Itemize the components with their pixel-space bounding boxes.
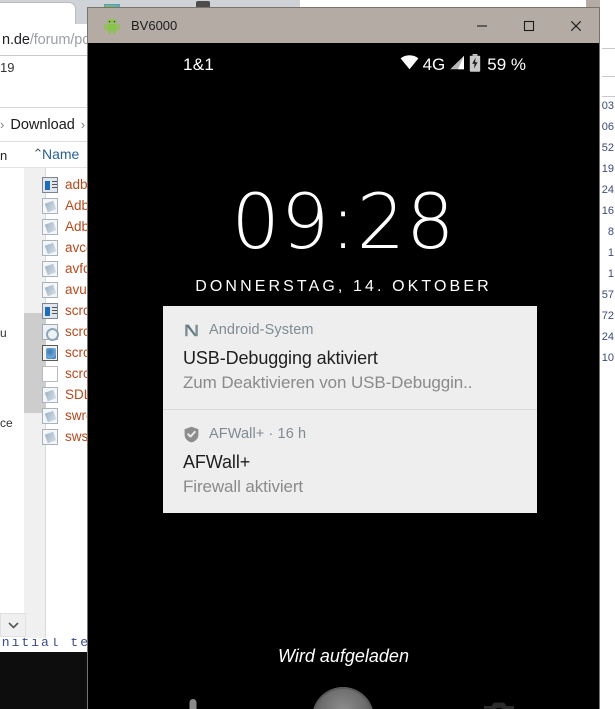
window-titlebar[interactable]: BV6000 xyxy=(88,8,599,43)
notification-app-name: Android-System xyxy=(209,322,314,338)
charging-status-label: Wird aufgeladen xyxy=(278,646,409,666)
voice-assist-button[interactable] xyxy=(171,691,215,709)
right-number: 19 xyxy=(601,163,614,175)
right-number: 72 xyxy=(601,310,614,322)
battery-percent-label: 59 % xyxy=(487,55,526,74)
breadcrumb-separator-right: › xyxy=(80,117,86,132)
notification-body: Firewall aktiviert xyxy=(183,477,304,496)
window-controls xyxy=(458,8,599,43)
file-icon-dll xyxy=(42,386,58,403)
lockscreen-shortcuts: Blackview xyxy=(88,683,599,709)
camera-icon xyxy=(484,702,514,709)
right-number: 06 xyxy=(601,121,614,133)
nav-item-fragment-2[interactable]: ce xyxy=(0,416,13,430)
window-title: BV6000 xyxy=(131,18,178,33)
right-number-column: 03 06 52 19 24 16 8 1 1 57 72 24 10 xyxy=(600,96,615,456)
notification-header: AFWall+ · 16 h xyxy=(183,424,517,444)
right-number: 52 xyxy=(601,142,614,154)
signal-bars-icon xyxy=(449,55,465,75)
right-number: 24 xyxy=(601,331,614,343)
phone-screen[interactable]: 1&1 4G 59 % 09:28 DONNERSTAG, 14. OKTOBE… xyxy=(88,43,599,709)
nav-pane-fragment: n xyxy=(0,148,8,163)
file-icon-dll xyxy=(42,218,58,235)
file-icon-exe xyxy=(42,302,58,319)
file-icon-gear xyxy=(42,323,59,341)
notification-title: AFWall+ xyxy=(183,452,251,472)
nav-item-fragment-1[interactable]: u xyxy=(0,326,7,340)
right-number: 16 xyxy=(601,205,614,217)
nougat-icon xyxy=(183,322,200,339)
file-icon-dll xyxy=(42,197,58,214)
file-icon-dll xyxy=(42,260,58,277)
right-number: 8 xyxy=(607,226,614,238)
minimize-icon xyxy=(476,24,487,27)
notification-app-name: AFWall+ · 16 h xyxy=(209,426,307,442)
file-icon-dll xyxy=(42,239,58,256)
status-icons: 4G 59 % xyxy=(400,53,526,77)
status-bar: 1&1 4G 59 % xyxy=(88,43,599,87)
screenshot-root: n.de/forum/pos 19 › Download › n ⌃ Name … xyxy=(0,0,615,709)
network-type-label: 4G xyxy=(422,55,446,74)
file-icon-dll xyxy=(42,428,58,445)
notification-header: Android-System xyxy=(183,320,517,340)
url-host: n.de xyxy=(2,31,30,48)
file-icon-dll xyxy=(42,281,58,298)
maximize-button[interactable] xyxy=(505,8,552,43)
android-robot-icon xyxy=(103,17,121,35)
lockscreen-date: DONNERSTAG, 14. OKTOBER xyxy=(195,278,492,295)
notification-body: Zum Deaktivieren von USB-Debuggin.. xyxy=(183,373,473,392)
battery-charging-icon xyxy=(469,53,481,77)
chevron-down-icon xyxy=(7,621,19,629)
close-icon xyxy=(570,20,581,31)
right-number: 24 xyxy=(601,184,614,196)
file-icon-dll xyxy=(42,407,58,424)
lockscreen-clock: 09:28 xyxy=(231,177,456,266)
notification-title: USB-Debugging aktiviert xyxy=(183,348,378,368)
notification-list: Android-System USB-Debugging aktiviert Z… xyxy=(163,306,537,513)
home-button[interactable]: Blackview xyxy=(312,687,374,709)
maximize-icon xyxy=(523,20,534,31)
browser-url-text: n.de/forum/pos xyxy=(0,32,97,48)
file-icon-document xyxy=(42,365,58,382)
breadcrumb-separator-left: › xyxy=(0,117,5,132)
right-number: 1 xyxy=(607,268,614,280)
notification-item-afwall[interactable]: AFWall+ · 16 h AFWall+ Firewall aktivier… xyxy=(163,409,537,513)
close-button[interactable] xyxy=(552,8,599,43)
carrier-label: 1&1 xyxy=(183,55,215,74)
file-icon-exe xyxy=(42,176,58,193)
notification-item-android-system[interactable]: Android-System USB-Debugging aktiviert Z… xyxy=(163,306,537,409)
column-header-name[interactable]: Name xyxy=(42,146,79,162)
microphone-icon xyxy=(189,699,197,709)
breadcrumb-item-download[interactable]: Download xyxy=(10,117,75,133)
right-divider-lines xyxy=(600,40,615,100)
right-number: 10 xyxy=(601,352,614,364)
camera-shortcut-button[interactable] xyxy=(477,691,521,709)
scroll-down-button[interactable] xyxy=(0,613,26,637)
page-number-fragment: 19 xyxy=(0,60,15,75)
file-icon-java xyxy=(42,344,58,361)
browser-tab[interactable] xyxy=(0,2,76,26)
scrcpy-window: BV6000 1&1 4G 59 % 09:28 DONNERSTAG, 14.… xyxy=(88,8,599,709)
shield-check-icon xyxy=(183,426,200,443)
right-number: 1 xyxy=(607,247,614,259)
right-number: 03 xyxy=(601,100,614,112)
minimize-button[interactable] xyxy=(458,8,505,43)
wifi-icon xyxy=(400,55,419,75)
right-number: 57 xyxy=(601,289,614,301)
